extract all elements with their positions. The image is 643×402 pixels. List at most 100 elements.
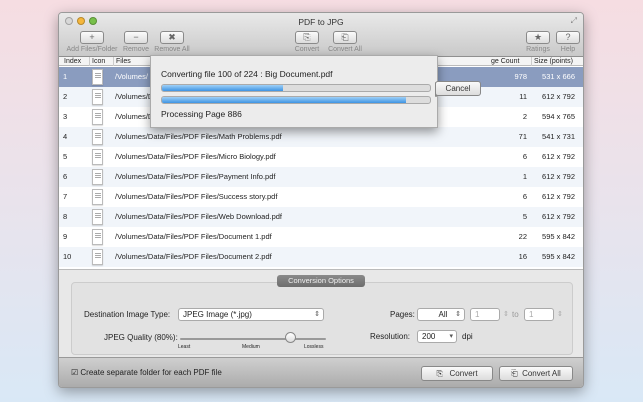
col-index[interactable]: Index [62,57,81,66]
row-file: /Volumes/Data/Files/PDF Files/Web Downlo… [115,212,283,221]
convert-toolbar-button[interactable]: ⎘ Convert [291,31,323,53]
dropdown-icon[interactable]: ▾ [449,331,453,342]
label: Remove [122,46,150,53]
convert-all-icon: ⎗ [511,369,518,378]
convert-icon: ⎘ [436,369,443,378]
table-row[interactable]: 10 /Volumes/Data/Files/PDF Files/Documen… [59,247,583,267]
help-button[interactable]: ? Help [555,31,581,53]
table-row[interactable]: 6 /Volumes/Data/Files/PDF Files/Payment … [59,167,583,187]
stepper-icon: ⇕ [314,311,320,318]
pdf-thumbnail-icon [92,89,103,105]
to-page-field[interactable]: 1 [524,308,554,321]
row-file: /Volumes/Data/Files/PDF Files/Math Probl… [115,132,282,141]
row-file: /Volumes/Data/Files/PDF Files/Success st… [115,192,278,201]
resolution-combo[interactable]: 200 ▾ [417,330,457,343]
row-page-count: 11 [519,92,527,101]
minus-icon: − [124,31,148,44]
pdf-thumbnail-icon [92,189,103,205]
to-label: to [512,310,519,319]
ratings-button[interactable]: ★ Ratings [523,31,553,53]
help-icon: ? [556,31,580,44]
row-page-count: 16 [518,252,527,261]
table-row[interactable]: 4 /Volumes/Data/Files/PDF Files/Math Pro… [59,127,583,147]
col-size[interactable]: Size (points) [531,57,573,66]
page-progress-fill [162,97,406,103]
row-index: 5 [63,152,68,161]
options-group: Destination Image Type: JPEG Image (*.jp… [71,282,573,355]
table-row[interactable]: 9 /Volumes/Data/Files/PDF Files/Document… [59,227,583,247]
col-page-count[interactable]: ge Count [489,57,519,66]
row-file: /Volumes/Data/Files/PDF Files/Document 2… [115,252,272,261]
remove-button[interactable]: − Remove [121,31,151,53]
checkbox-icon[interactable]: ☑ [71,368,78,377]
row-index: 3 [63,112,68,121]
table-row[interactable]: 8 /Volumes/Data/Files/PDF Files/Web Down… [59,207,583,227]
row-page-count: 2 [522,112,527,121]
value: All [438,310,448,319]
row-size: 595 x 842 [542,232,575,241]
quality-slider[interactable] [180,338,326,340]
col-files[interactable]: Files [113,57,131,66]
separate-folder-checkbox[interactable]: ☑ Create separate folder for each PDF fi… [71,368,222,377]
pdf-thumbnail-icon [92,69,103,85]
table-row[interactable]: 5 /Volumes/Data/Files/PDF Files/Micro Bi… [59,147,583,167]
pdf-thumbnail-icon [92,209,103,225]
row-file: /Volumes/Data/Files/PDF Files/Payment In… [115,172,276,181]
label: Convert [294,46,320,53]
row-size: 612 x 792 [542,192,575,201]
add-files-button[interactable]: + Add Files/Folder [65,31,119,53]
label: Ratings [526,46,550,53]
star-icon: ★ [526,31,550,44]
row-index: 9 [63,232,68,241]
window-title: PDF to JPG [298,17,344,27]
row-index: 8 [63,212,68,221]
file-progress-bar [161,84,431,92]
fullscreen-icon[interactable]: ⤢ [571,16,577,26]
stepper-icon: ⇕ [455,311,461,318]
label: Convert All [328,46,362,53]
dpi-label: dpi [462,332,473,341]
from-page-field[interactable]: 1 [470,308,500,321]
col-icon[interactable]: Icon [89,57,105,66]
table-row[interactable]: 7 /Volumes/Data/Files/PDF Files/Success … [59,187,583,207]
pdf-thumbnail-icon [92,169,103,185]
row-file: /Volumes/D [115,92,154,101]
pdf-thumbnail-icon [92,249,103,265]
dest-type-select[interactable]: JPEG Image (*.jpg) ⇕ [178,308,324,321]
pages-label: Pages: [390,310,415,319]
bottom-bar: ☑ Create separate folder for each PDF fi… [59,357,583,387]
x-icon: ✖ [160,31,184,44]
row-page-count: 5 [522,212,527,221]
remove-all-button[interactable]: ✖ Remove All [153,31,191,53]
resolution-label: Resolution: [370,332,411,341]
convert-all-button[interactable]: ⎗ Convert All [499,366,573,381]
tick-lossless: Lossless [304,344,324,350]
convert-all-toolbar-button[interactable]: ⎗ Convert All [325,31,365,53]
convert-icon: ⎘ [295,31,319,44]
quality-label: JPEG Quality (80%): [104,333,178,342]
pdf-thumbnail-icon [92,129,103,145]
row-index: 4 [63,132,68,141]
row-page-count: 978 [514,72,527,81]
slider-knob[interactable] [284,332,296,343]
label: Convert All [522,369,561,378]
row-size: 594 x 765 [542,112,575,121]
pages-select[interactable]: All ⇕ [417,308,465,321]
cancel-button[interactable]: Cancel [435,81,481,96]
page-status: Processing Page 886 [161,109,242,119]
plus-icon: + [80,31,104,44]
pdf-thumbnail-icon [92,229,103,245]
row-file: /Volumes/Data/Files/PDF Files/Micro Biol… [115,152,276,161]
pdf-thumbnail-icon [92,149,103,165]
row-size: 595 x 842 [542,252,575,261]
row-index: 7 [63,192,68,201]
row-page-count: 6 [522,192,527,201]
convert-all-icon: ⎗ [333,31,357,44]
converting-status: Converting file 100 of 224 : Big Documen… [161,69,333,79]
stepper-to[interactable]: ⇕ [557,310,563,318]
value: JPEG Image (*.jpg) [183,310,252,319]
file-progress-fill [162,85,283,91]
conversion-options: Destination Image Type: JPEG Image (*.jp… [59,269,583,357]
stepper-from[interactable]: ⇕ [503,310,509,318]
convert-button[interactable]: ⎘ Convert [421,366,493,381]
